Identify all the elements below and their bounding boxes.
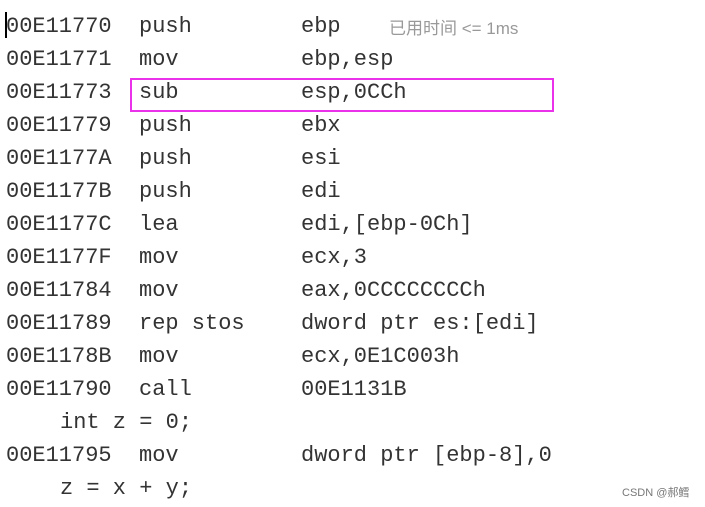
address: 00E11770 xyxy=(6,14,112,39)
source-code: int z = 0; xyxy=(60,410,193,435)
mnemonic: push xyxy=(139,14,192,39)
address: 00E11773 xyxy=(6,80,112,105)
mnemonic: push xyxy=(139,179,192,204)
address: 00E1177B xyxy=(6,179,112,204)
mnemonic: mov xyxy=(139,278,179,303)
timing-hint: 已用时间 <= 1ms xyxy=(389,19,519,38)
operands: ecx,0E1C003h xyxy=(301,344,460,369)
address: 00E1177C xyxy=(6,212,112,237)
mnemonic: mov xyxy=(139,344,179,369)
operands: ebp xyxy=(301,14,341,39)
address: 00E1177F xyxy=(6,245,112,270)
mnemonic: push xyxy=(139,113,192,138)
address: 00E11779 xyxy=(6,113,112,138)
address: 00E11771 xyxy=(6,47,112,72)
operands: esi xyxy=(301,146,341,171)
operands: ebp,esp xyxy=(301,47,394,72)
operands: eax,0CCCCCCCCh xyxy=(301,278,486,303)
operands: 00E1131B xyxy=(301,377,407,402)
mnemonic: rep stos xyxy=(139,311,245,336)
mnemonic: mov xyxy=(139,443,179,468)
address: 00E1177A xyxy=(6,146,112,171)
operands: esp,0CCh xyxy=(301,80,407,105)
address: 00E1178B xyxy=(6,344,112,369)
source-code: z = x + y; xyxy=(60,476,193,501)
operands: ecx,3 xyxy=(301,245,368,270)
mnemonic: sub xyxy=(139,80,179,105)
address: 00E11784 xyxy=(6,278,112,303)
mnemonic: push xyxy=(139,146,192,171)
mnemonic: call xyxy=(139,377,192,402)
watermark: CSDN @郝鳕 xyxy=(622,487,690,499)
address: 00E11789 xyxy=(6,311,112,336)
operands: dword ptr es:[edi] xyxy=(301,311,539,336)
mnemonic: mov xyxy=(139,47,179,72)
mnemonic: mov xyxy=(139,245,179,270)
operands: edi xyxy=(301,179,341,204)
operands: edi,[ebp-0Ch] xyxy=(301,212,473,237)
operands: dword ptr [ebp-8],0 xyxy=(301,443,552,468)
address: 00E11795 xyxy=(6,443,112,468)
mnemonic: lea xyxy=(139,212,179,237)
address: 00E11790 xyxy=(6,377,112,402)
operands: ebx xyxy=(301,113,341,138)
